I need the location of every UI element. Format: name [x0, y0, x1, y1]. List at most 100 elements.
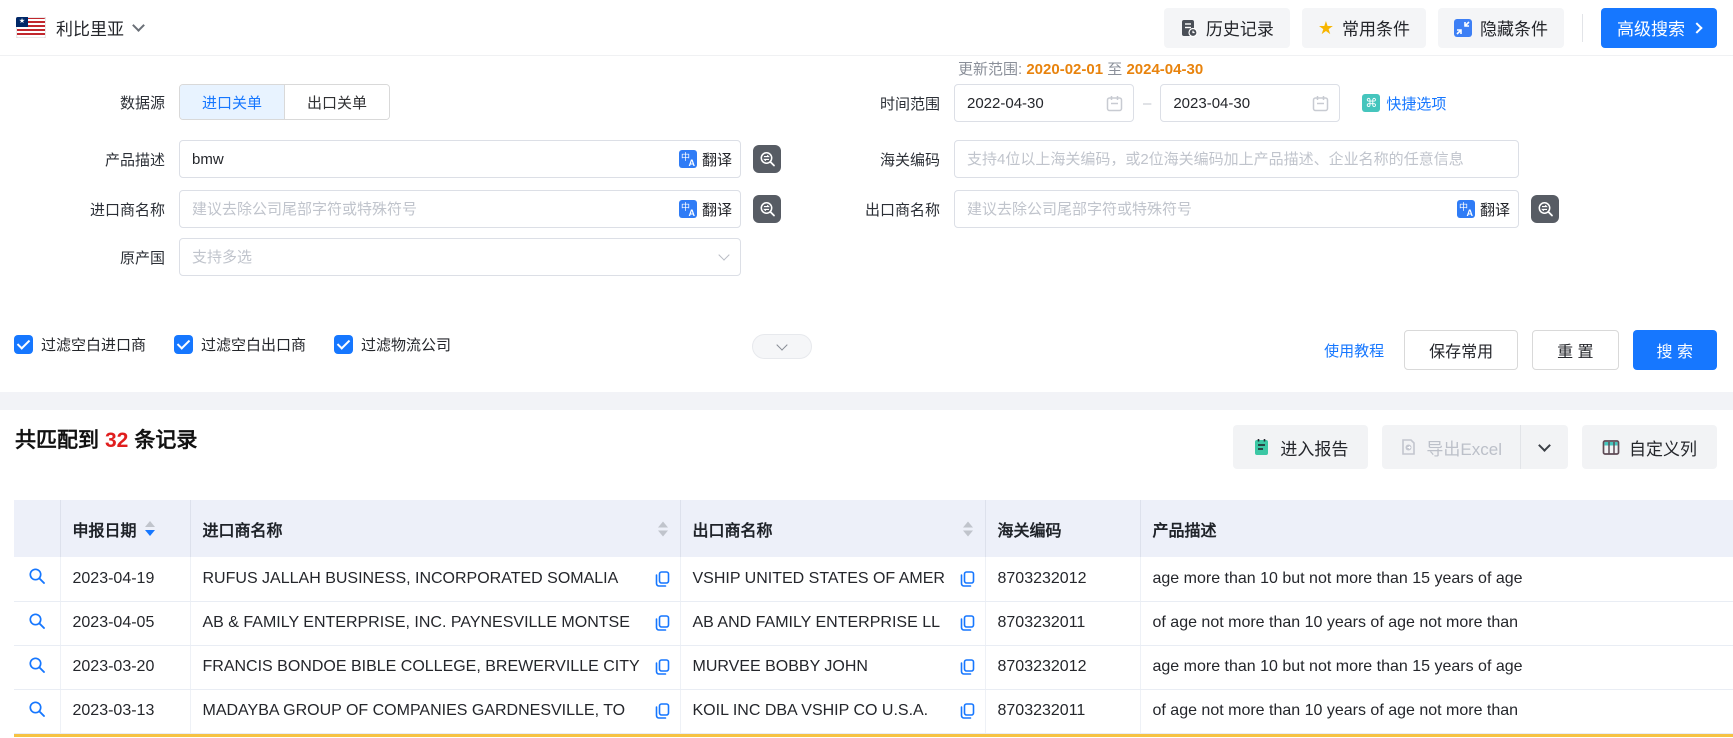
customize-columns-button[interactable]: 自定义列: [1582, 425, 1717, 469]
cell-exporter[interactable]: AB AND FAMILY ENTERPRISE LL: [680, 601, 985, 645]
copy-icon[interactable]: [655, 659, 670, 676]
checkbox-checked-icon[interactable]: [14, 335, 33, 354]
history-button[interactable]: 历史记录: [1164, 8, 1290, 48]
tutorial-link[interactable]: 使用教程: [1324, 340, 1384, 361]
translate-icon: 中 A: [1457, 200, 1475, 218]
copy-icon[interactable]: [655, 570, 670, 587]
translate-button[interactable]: 中 A 翻译: [1451, 191, 1510, 227]
table-row: 2023-03-13 MADAYBA GROUP OF COMPANIES GA…: [14, 689, 1733, 733]
update-range-to: 至: [1107, 61, 1122, 78]
header-product-desc: 产品描述: [1140, 500, 1733, 557]
search-button[interactable]: 搜 索: [1633, 330, 1717, 370]
sort-icon[interactable]: [963, 521, 973, 536]
importer-input[interactable]: [180, 191, 740, 227]
copy-icon[interactable]: [960, 703, 975, 720]
tab-export-declarations[interactable]: 出口关单: [284, 85, 389, 119]
collapse-icon: [1454, 19, 1472, 37]
save-conditions-button[interactable]: 保存常用: [1404, 330, 1518, 370]
enter-report-button[interactable]: 进入报告: [1233, 425, 1368, 469]
exporter-row: 出口商名称 中 A 翻译: [810, 190, 1559, 228]
hs-code-row: 海关编码: [810, 140, 1519, 178]
export-options-button[interactable]: [1520, 425, 1568, 469]
date-end-input[interactable]: [1161, 85, 1308, 121]
cell-importer[interactable]: FRANCIS BONDOE BIBLE COLLEGE, BREWERVILL…: [190, 645, 680, 689]
fuzzy-search-icon[interactable]: [753, 195, 781, 223]
filter-blank-exporter[interactable]: 过滤空白出口商: [174, 334, 306, 355]
cell-description: of age not more than 10 years of age not…: [1140, 689, 1733, 733]
cell-importer[interactable]: AB & FAMILY ENTERPRISE, INC. PAYNESVILLE…: [190, 601, 680, 645]
time-range-label: 时间范围: [810, 93, 940, 114]
origin-input[interactable]: [180, 239, 740, 275]
export-excel-label: 导出Excel: [1426, 435, 1502, 460]
columns-icon: [1602, 439, 1620, 456]
advanced-search-button[interactable]: 高级搜索: [1601, 8, 1717, 48]
country-selector[interactable]: ★ 利比里亚: [16, 15, 143, 40]
importer-label: 进口商名称: [15, 199, 165, 220]
checkbox-checked-icon[interactable]: [334, 335, 353, 354]
date-start-field[interactable]: [954, 84, 1134, 122]
copy-icon[interactable]: [960, 570, 975, 587]
command-icon: ⌘: [1362, 94, 1380, 112]
checkbox-checked-icon[interactable]: [174, 335, 193, 354]
data-source-label: 数据源: [15, 92, 165, 113]
sort-icon[interactable]: [145, 521, 155, 536]
magnifier-icon[interactable]: [28, 700, 46, 718]
magnifier-icon[interactable]: [28, 567, 46, 585]
copy-icon[interactable]: [655, 703, 670, 720]
cell-exporter[interactable]: KOIL INC DBA VSHIP CO U.S.A.: [680, 689, 985, 733]
search-form: 更新范围: 2020-02-01 至 2024-04-30 数据源 进口关单 出…: [0, 56, 1733, 392]
filter-logistics-company[interactable]: 过滤物流公司: [334, 334, 451, 355]
header-exporter[interactable]: 出口商名称: [680, 500, 985, 557]
customize-columns-label: 自定义列: [1629, 435, 1697, 460]
magnifier-icon[interactable]: [28, 612, 46, 630]
tab-import-declarations[interactable]: 进口关单: [180, 85, 284, 119]
translate-button[interactable]: 中 A 翻译: [673, 191, 732, 227]
copy-icon[interactable]: [960, 615, 975, 632]
hide-conditions-button[interactable]: 隐藏条件: [1438, 8, 1564, 48]
origin-label: 原产国: [15, 247, 165, 268]
cell-date: 2023-03-20: [60, 645, 190, 689]
hs-code-input[interactable]: [955, 141, 1518, 177]
results-header: 共匹配到32条记录 进入报告: [0, 410, 1733, 500]
translate-button[interactable]: 中 A 翻译: [673, 141, 732, 177]
exporter-label: 出口商名称: [810, 199, 940, 220]
quick-options-link[interactable]: ⌘ 快捷选项: [1362, 93, 1446, 114]
filter-blank-importer[interactable]: 过滤空白进口商: [14, 334, 146, 355]
copy-icon[interactable]: [655, 615, 670, 632]
cell-importer[interactable]: RUFUS JALLAH BUSINESS, INCORPORATED SOMA…: [190, 557, 680, 601]
export-excel-button[interactable]: 导出Excel: [1382, 425, 1520, 469]
importer-field: 中 A 翻译: [179, 190, 741, 228]
report-icon: [1253, 438, 1271, 457]
export-icon: [1400, 438, 1417, 456]
calendar-icon[interactable]: [1312, 95, 1329, 112]
cell-importer[interactable]: MADAYBA GROUP OF COMPANIES GARDNESVILLE,…: [190, 689, 680, 733]
copy-icon[interactable]: [960, 659, 975, 676]
bottom-accent-bar: [14, 734, 1733, 737]
table-header-row: 申报日期 进口商名称 出口商名称 海关编码 产品描述: [14, 500, 1733, 557]
cell-exporter[interactable]: MURVEE BOBBY JOHN: [680, 645, 985, 689]
sort-icon[interactable]: [658, 521, 668, 536]
header-declare-date[interactable]: 申报日期: [60, 500, 190, 557]
match-count: 32: [99, 429, 134, 452]
cell-hs-code: 8703232011: [985, 601, 1140, 645]
cell-description: age more than 10 but not more than 15 ye…: [1140, 645, 1733, 689]
saved-conditions-button[interactable]: ★ 常用条件: [1302, 8, 1426, 48]
calendar-icon[interactable]: [1106, 95, 1123, 112]
saved-conditions-label: 常用条件: [1342, 15, 1410, 40]
date-start-input[interactable]: [955, 85, 1102, 121]
update-range-end: 2024-04-30: [1126, 61, 1203, 78]
results-actions: 进入报告 导出Excel: [1233, 425, 1717, 469]
origin-select[interactable]: [179, 238, 741, 276]
fuzzy-search-icon[interactable]: [1531, 195, 1559, 223]
exporter-input[interactable]: [955, 191, 1518, 227]
fuzzy-search-icon[interactable]: [753, 145, 781, 173]
magnifier-icon[interactable]: [28, 656, 46, 674]
advanced-search-label: 高级搜索: [1617, 15, 1685, 40]
exporter-field: 中 A 翻译: [954, 190, 1519, 228]
header-importer[interactable]: 进口商名称: [190, 500, 680, 557]
reset-button[interactable]: 重 置: [1532, 330, 1618, 370]
cell-exporter[interactable]: VSHIP UNITED STATES OF AMER: [680, 557, 985, 601]
product-desc-input[interactable]: [180, 141, 740, 177]
date-end-field[interactable]: [1160, 84, 1340, 122]
collapse-form-button[interactable]: [752, 334, 812, 359]
